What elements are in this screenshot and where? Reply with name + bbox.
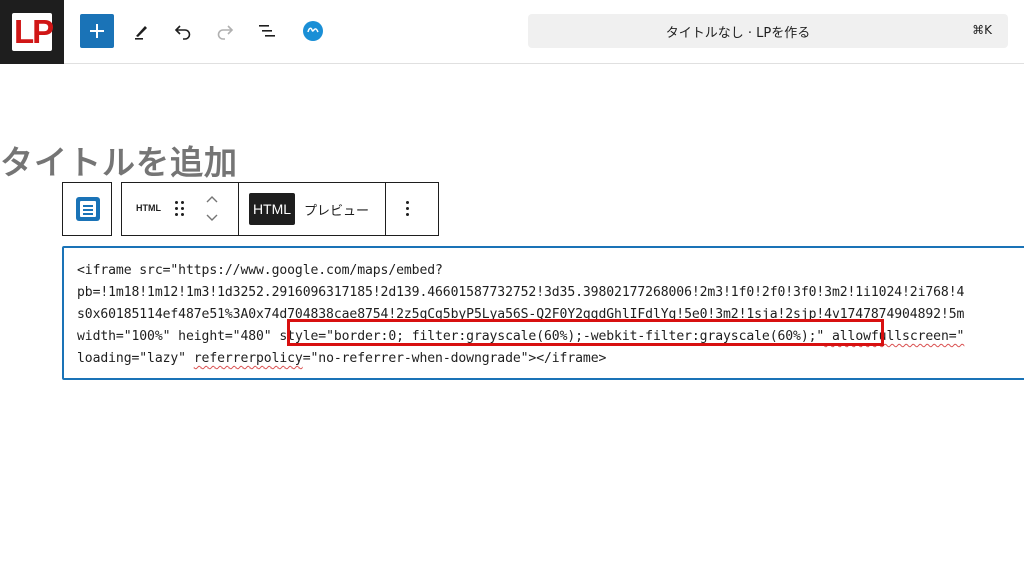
editor-header: LP タイトルなし · LPを作る ⌘K — [0, 0, 1024, 64]
site-logo-button[interactable]: LP — [0, 0, 64, 64]
chevron-down-icon[interactable] — [202, 211, 222, 225]
code-line: <iframe src="https://www.google.com/maps… — [77, 263, 443, 278]
code-segment: loading="lazy" — [77, 351, 194, 366]
block-type-label[interactable]: HTML — [136, 203, 161, 213]
more-options-icon[interactable] — [398, 198, 418, 220]
code-segment-spellcheck: referrerpolicy — [193, 351, 303, 366]
document-overview-button[interactable] — [250, 14, 284, 48]
html-code-editor[interactable]: <iframe src="https://www.google.com/maps… — [62, 246, 1024, 380]
chevron-up-icon[interactable] — [202, 193, 222, 207]
command-palette-bar[interactable]: タイトルなし · LPを作る ⌘K — [528, 14, 1008, 48]
tools-button[interactable] — [124, 14, 158, 48]
block-mover — [202, 191, 222, 227]
site-logo: LP — [12, 13, 54, 51]
code-line: pb=!1m18!1m12!1m3!1d3252.2916096317185!2… — [77, 285, 965, 300]
code-line: loading="lazy" referrerpolicy="no-referr… — [77, 351, 606, 366]
block-toolbar: HTML HTML プレビュー — [121, 182, 439, 236]
post-title-input[interactable]: タイトルを追加 — [0, 136, 238, 184]
tab-html[interactable]: HTML — [249, 193, 295, 225]
keyboard-shortcut: ⌘K — [972, 23, 992, 37]
drag-handle-icon[interactable] — [174, 200, 186, 218]
code-segment: ="no-referrer-when-downgrade"></iframe> — [302, 351, 607, 366]
undo-button[interactable] — [166, 14, 200, 48]
list-view-icon — [259, 25, 275, 37]
jetpack-button[interactable] — [296, 14, 330, 48]
block-parent-selector[interactable] — [62, 182, 112, 236]
code-segment: width="100%" height="480" — [77, 329, 280, 344]
annotation-highlight-box — [287, 319, 884, 346]
jetpack-icon — [303, 21, 323, 41]
add-block-button[interactable] — [80, 14, 114, 48]
logo-text: LP — [14, 13, 54, 50]
redo-icon — [217, 25, 234, 40]
pencil-icon — [135, 26, 147, 40]
tab-preview[interactable]: プレビュー — [304, 200, 369, 219]
custom-html-block-icon — [76, 197, 100, 221]
undo-icon — [174, 25, 191, 40]
redo-button[interactable] — [208, 14, 242, 48]
document-title: タイトルなし · LPを作る — [665, 26, 811, 41]
